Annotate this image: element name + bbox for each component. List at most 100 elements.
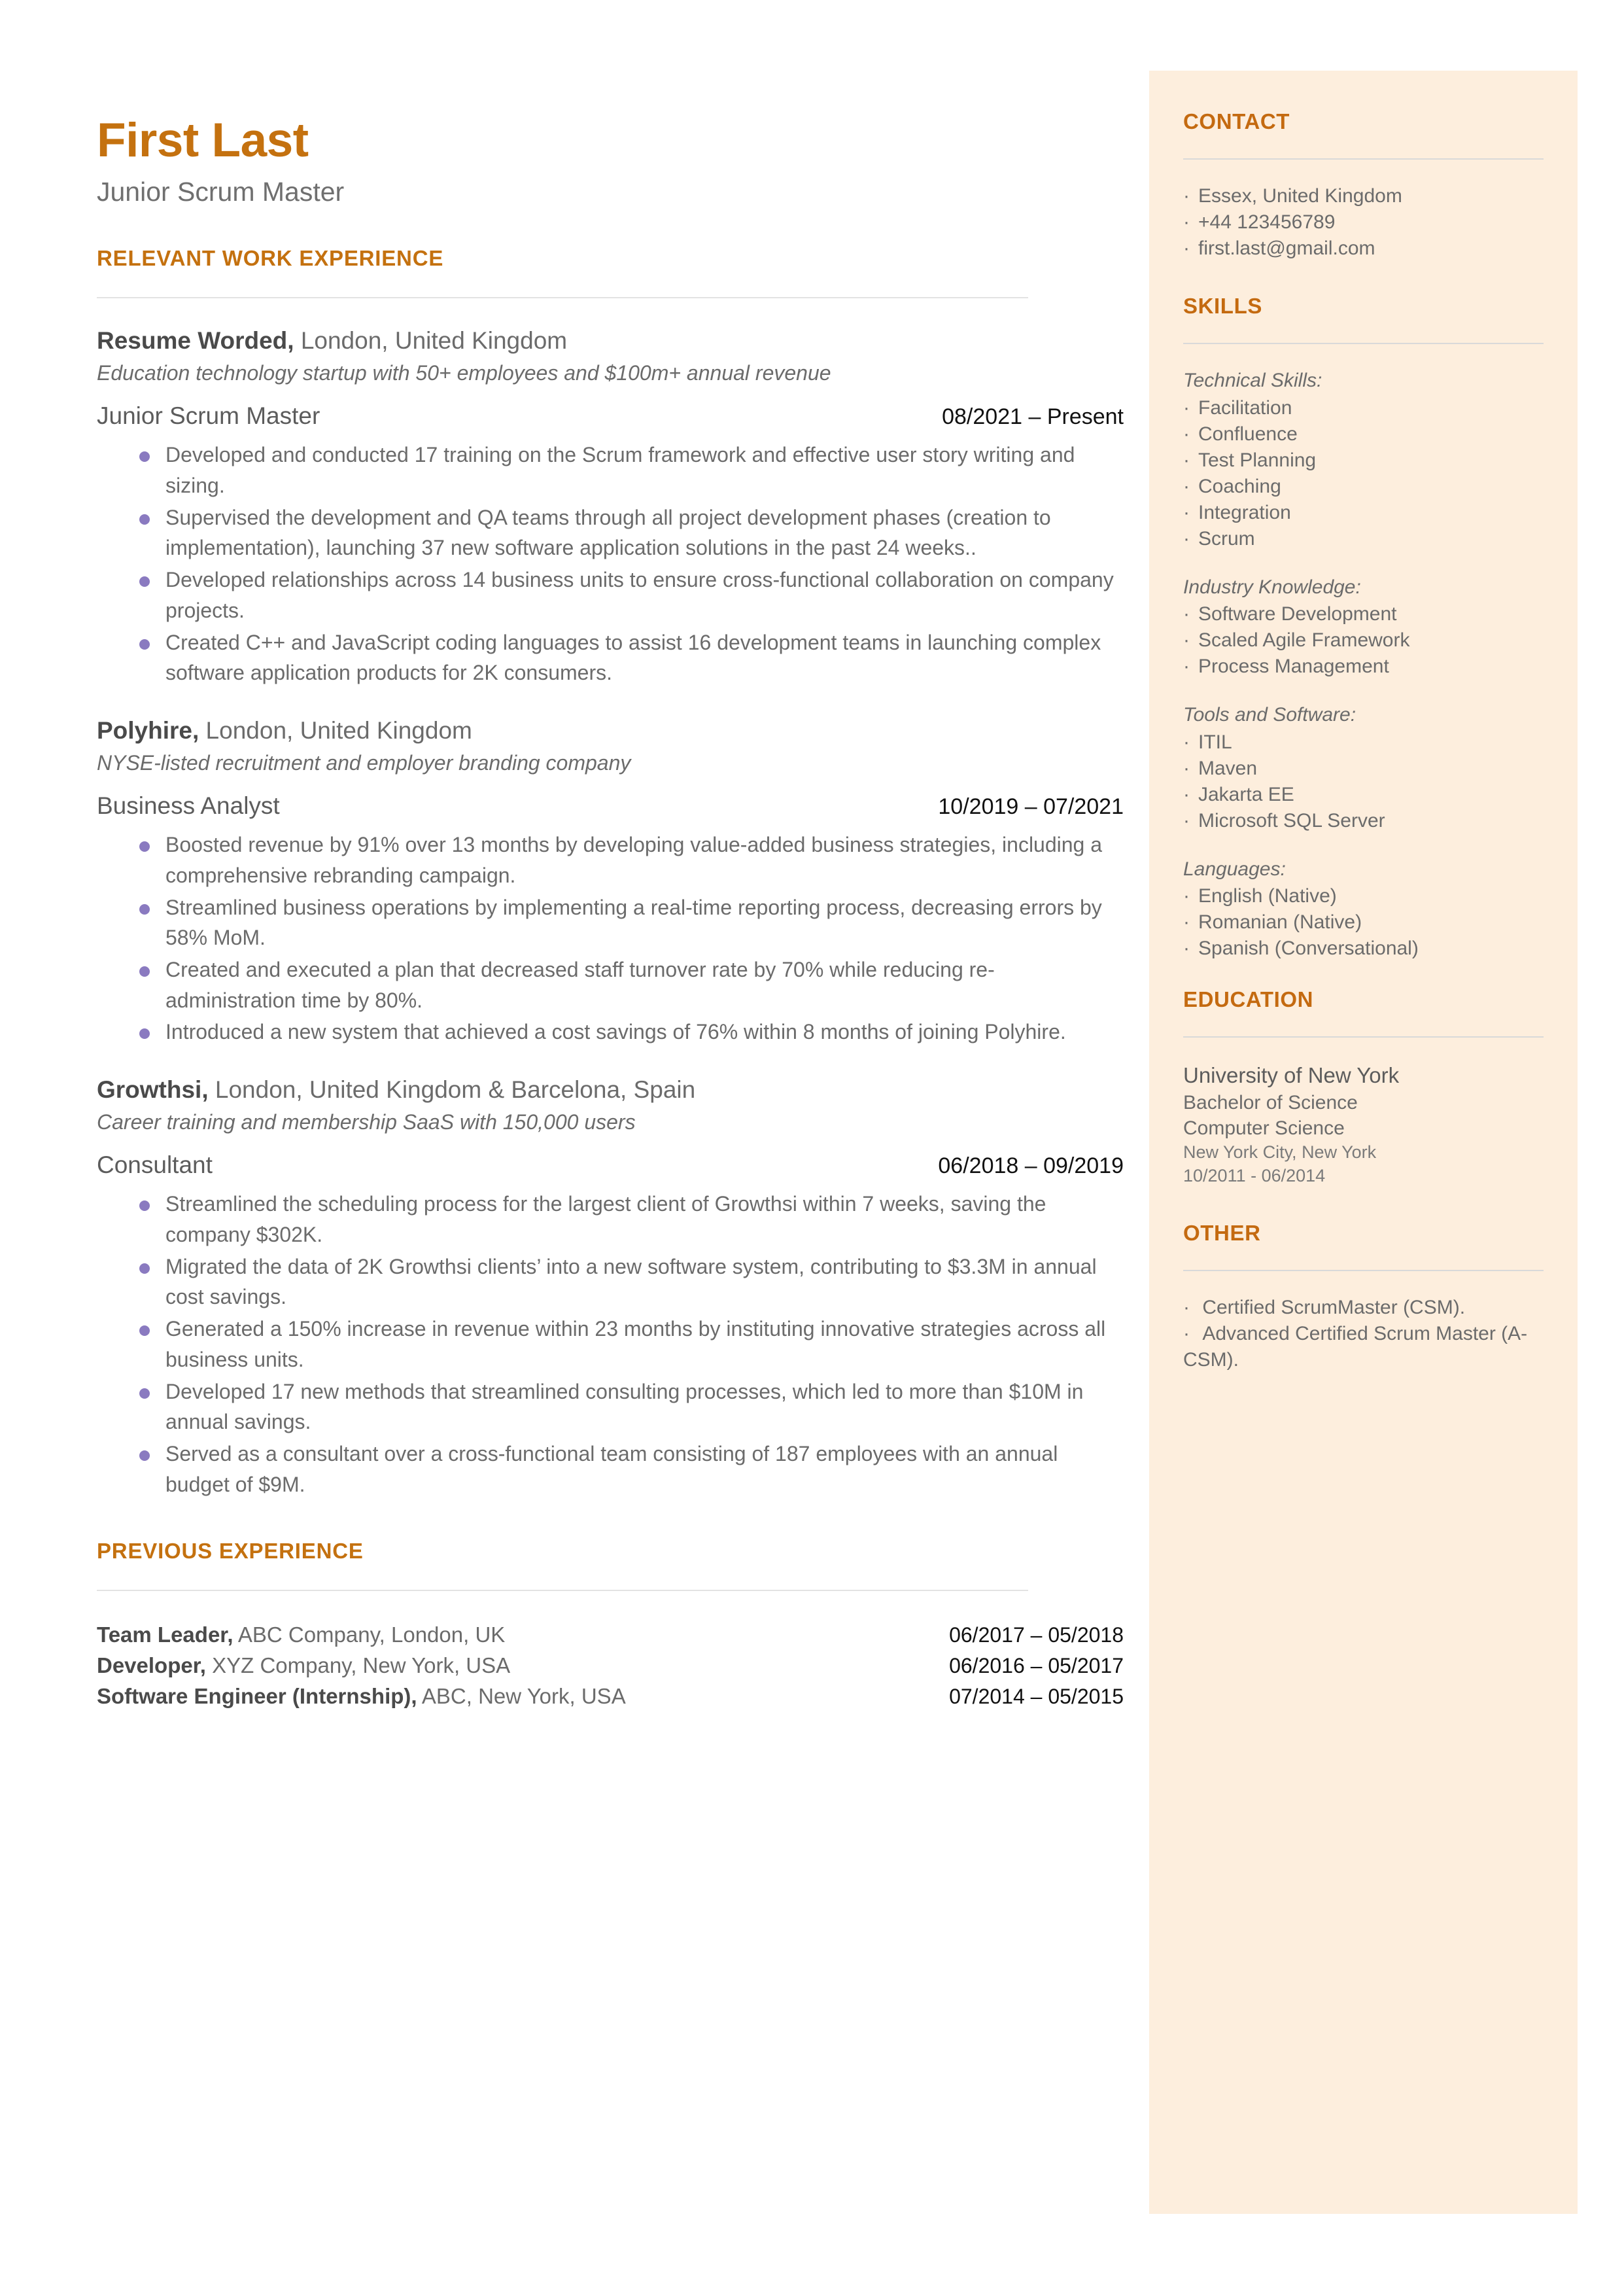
job-bullet: Streamlined the scheduling process for t… — [97, 1189, 1124, 1250]
skills-item-text: Scaled Agile Framework — [1198, 629, 1410, 652]
sidebar-divider — [1183, 158, 1544, 160]
skills-item: · Microsoft SQL Server — [1183, 808, 1544, 834]
job-company-name: Growthsi, — [97, 1076, 209, 1104]
job-company-name: Resume Worded, — [97, 327, 294, 355]
skills-item: · ITIL — [1183, 729, 1544, 756]
job-bullet: Created and executed a plan that decreas… — [97, 955, 1124, 1015]
bullet-dot-icon: · — [1183, 501, 1190, 523]
bullet-dot-icon: · — [1183, 211, 1190, 234]
skills-item-text: Software Development — [1198, 603, 1397, 625]
previous-role: Software Engineer (Internship), — [97, 1684, 417, 1709]
skills-group: Tools and Software: · ITIL · Maven · Jakarta E… — [1183, 702, 1544, 833]
skills-item: · Maven — [1183, 756, 1544, 782]
experience-entry: Polyhire, London, United Kingdom NYSE-lis… — [97, 716, 1124, 1047]
job-company-line: Polyhire, London, United Kingdom — [97, 716, 1124, 745]
skills-list: Technical Skills: · Facilitation · Confluenc… — [1183, 368, 1544, 962]
skills-group-label: Industry Knowledge: — [1183, 576, 1361, 598]
section-divider — [97, 297, 1028, 299]
bullet-dot-icon: · — [1183, 1323, 1196, 1345]
bullet-dot-icon: · — [1183, 423, 1190, 446]
other-item-text: Advanced Certified Scrum Master (A-CSM). — [1183, 1323, 1528, 1371]
skills-item-text: Integration — [1198, 501, 1291, 523]
sidebar-heading-skills: SKILLS — [1183, 293, 1262, 318]
bullet-dot-icon: · — [1183, 603, 1190, 625]
previous-role: Team Leader, — [97, 1622, 233, 1647]
bullet-dot-icon: · — [1183, 629, 1190, 652]
sidebar-divider — [1183, 1270, 1544, 1272]
skills-item-text: Maven — [1198, 757, 1258, 779]
skills-item-text: Facilitation — [1198, 397, 1292, 419]
previous-experience-row: Developer, XYZ Company, New York, USA 06/… — [97, 1651, 1124, 1681]
contact-list: · Essex, United Kingdom · +44 123456789 · fir… — [1183, 183, 1544, 262]
bullet-dot-icon: · — [1183, 937, 1190, 960]
job-company-line: Resume Worded, London, United Kingdom — [97, 326, 1124, 355]
previous-experience-label: Developer, XYZ Company, New York, USA — [97, 1651, 510, 1681]
experience-entry: Resume Worded, London, United Kingdom Edu… — [97, 326, 1124, 688]
skills-item: · Romanian (Native) — [1183, 909, 1544, 936]
bullet-dot-icon: · — [1183, 449, 1190, 471]
job-title-row: Consultant 06/2018 – 09/2019 — [97, 1151, 1124, 1180]
bullet-dot-icon: · — [1183, 475, 1190, 497]
skills-item: · Confluence — [1183, 421, 1544, 447]
job-dates: 10/2019 – 07/2021 — [938, 794, 1124, 819]
skills-group-label: Tools and Software: — [1183, 704, 1356, 726]
sidebar-divider — [1183, 343, 1544, 345]
skills-item-text: Process Management — [1198, 656, 1389, 678]
previous-company: ABC Company, London, UK — [233, 1622, 506, 1647]
bullet-dot-icon: · — [1183, 885, 1190, 907]
education-dates: 10/2011 - 06/2014 — [1183, 1165, 1326, 1185]
skills-item-text: ITIL — [1198, 731, 1232, 753]
bullet-dot-icon: · — [1183, 237, 1190, 260]
education-entry: University of New York Bachelor of Scien… — [1183, 1061, 1544, 1187]
skills-item: · Scaled Agile Framework — [1183, 627, 1544, 654]
sidebar-heading-contact: CONTACT — [1183, 109, 1290, 133]
job-bullet: Supervised the development and QA teams … — [97, 502, 1124, 563]
education-location: New York City, New York — [1183, 1142, 1377, 1162]
skills-item: · Software Development — [1183, 601, 1544, 627]
experience-list: Resume Worded, London, United Kingdom Edu… — [97, 326, 1124, 1499]
job-dates: 06/2018 – 09/2019 — [938, 1153, 1124, 1178]
other-item: · Advanced Certified Scrum Master (A-CSM… — [1183, 1321, 1544, 1373]
job-location: London, United Kingdom & Barcelona, Spai… — [208, 1076, 696, 1104]
job-dates: 08/2021 – Present — [942, 404, 1124, 429]
skills-item: · Process Management — [1183, 654, 1544, 680]
skills-item: · English (Native) — [1183, 883, 1544, 909]
skills-item: · Coaching — [1183, 474, 1544, 500]
skills-item-text: Microsoft SQL Server — [1198, 809, 1385, 832]
bullet-dot-icon: · — [1183, 397, 1190, 419]
other-item: · Certified ScrumMaster (CSM). — [1183, 1295, 1544, 1321]
bullet-dot-icon: · — [1183, 783, 1190, 805]
job-bullet: Migrated the data of 2K Growthsi clients… — [97, 1252, 1124, 1312]
experience-entry: Growthsi, London, United Kingdom & Barce… — [97, 1075, 1124, 1499]
contact-item-text: +44 123456789 — [1198, 211, 1336, 234]
skills-item-text: English (Native) — [1198, 885, 1337, 907]
job-bullet: Developed and conducted 17 training on t… — [97, 440, 1124, 500]
education-school: University of New York — [1183, 1063, 1400, 1088]
job-title: Consultant — [97, 1151, 213, 1178]
contact-item: · Essex, United Kingdom — [1183, 183, 1544, 209]
previous-dates: 06/2017 – 05/2018 — [949, 1623, 1124, 1647]
previous-company: ABC, New York, USA — [417, 1684, 626, 1709]
job-bullet: Generated a 150% increase in revenue wit… — [97, 1314, 1124, 1375]
skills-item-text: Romanian (Native) — [1198, 911, 1362, 934]
skills-item-text: Coaching — [1198, 475, 1281, 497]
skills-item-text: Spanish (Conversational) — [1198, 937, 1419, 960]
job-location: London, United Kingdom — [294, 327, 568, 355]
previous-experience-label: Software Engineer (Internship), ABC, New… — [97, 1681, 626, 1712]
job-bullet: Streamlined business operations by imple… — [97, 892, 1124, 953]
skills-item: · Spanish (Conversational) — [1183, 936, 1544, 962]
skills-item: · Test Planning — [1183, 447, 1544, 474]
job-bullet: Served as a consultant over a cross-func… — [97, 1439, 1124, 1499]
sidebar-divider — [1183, 1036, 1544, 1038]
job-bullet-list: Developed and conducted 17 training on t… — [97, 440, 1124, 688]
education-degree: Bachelor of Science — [1183, 1091, 1358, 1113]
main-column: First Last Junior Scrum Master RELEVANT … — [97, 0, 1124, 1712]
job-description: Education technology startup with 50+ em… — [97, 361, 831, 385]
job-title: Business Analyst — [97, 792, 280, 819]
page-title: First Last — [97, 114, 309, 167]
skills-item-text: Confluence — [1198, 423, 1298, 446]
job-bullet: Created C++ and JavaScript coding langua… — [97, 627, 1124, 688]
skills-item-text: Test Planning — [1198, 449, 1317, 471]
education-field: Computer Science — [1183, 1117, 1345, 1139]
job-bullet-list: Streamlined the scheduling process for t… — [97, 1189, 1124, 1499]
